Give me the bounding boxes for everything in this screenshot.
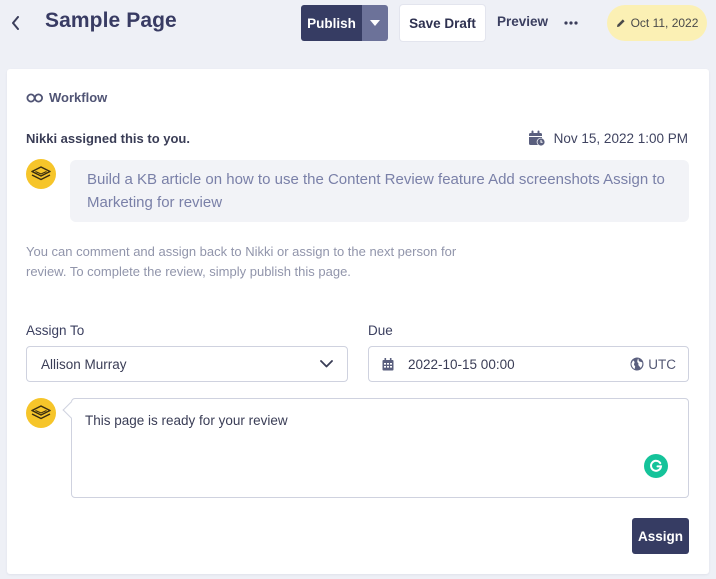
chevron-down-icon — [320, 360, 333, 368]
timezone-selector[interactable]: UTC — [630, 357, 676, 372]
assign-button[interactable]: Assign — [632, 518, 689, 554]
workflow-heading-label: Workflow — [49, 90, 108, 105]
back-chevron-icon[interactable] — [6, 12, 24, 34]
assigned-date-label: Nov 15, 2022 1:00 PM — [553, 131, 688, 146]
avatar — [26, 159, 56, 189]
publish-button[interactable]: Publish — [301, 5, 362, 41]
workflow-loop-icon — [26, 93, 44, 103]
workflow-card: Workflow Nikki assigned this to you. Nov… — [7, 69, 709, 574]
assign-to-label: Assign To — [26, 323, 85, 338]
task-message: Build a KB article on how to use the Con… — [70, 160, 689, 222]
more-options-icon[interactable] — [562, 14, 580, 32]
comment-textarea[interactable]: This page is ready for your review — [71, 398, 689, 498]
due-date-value: 2022-10-15 00:00 — [408, 356, 515, 372]
globe-icon — [630, 357, 644, 371]
preview-button[interactable]: Preview — [497, 14, 548, 29]
page-title: Sample Page — [45, 9, 177, 32]
publish-button-group: Publish — [301, 5, 388, 41]
layers-avatar-icon — [31, 166, 51, 182]
save-draft-button[interactable]: Save Draft — [400, 5, 485, 41]
calendar-icon — [382, 357, 394, 371]
comment-text: This page is ready for your review — [85, 413, 288, 428]
help-text: You can comment and assign back to Nikki… — [26, 244, 457, 279]
publish-menu-caret-down-icon[interactable] — [362, 5, 388, 41]
pencil-icon — [616, 18, 626, 28]
date-badge-label: Oct 11, 2022 — [630, 16, 699, 30]
calendar-clock-icon — [528, 130, 546, 147]
assigned-text: Nikki assigned this to you. — [26, 131, 190, 146]
workflow-heading: Workflow — [26, 90, 107, 105]
due-date-input[interactable]: 2022-10-15 00:00 UTC — [368, 346, 689, 382]
date-badge[interactable]: Oct 11, 2022 — [607, 5, 707, 41]
assign-to-value: Allison Murray — [41, 356, 127, 372]
avatar — [26, 398, 56, 428]
assign-to-select[interactable]: Allison Murray — [26, 346, 348, 382]
assigned-date: Nov 15, 2022 1:00 PM — [528, 130, 688, 147]
grammarly-icon[interactable] — [644, 454, 668, 478]
timezone-label: UTC — [648, 356, 676, 372]
due-label: Due — [368, 323, 393, 338]
layers-avatar-icon — [31, 405, 51, 421]
page-header: Sample Page Publish Save Draft Preview O… — [0, 0, 716, 46]
